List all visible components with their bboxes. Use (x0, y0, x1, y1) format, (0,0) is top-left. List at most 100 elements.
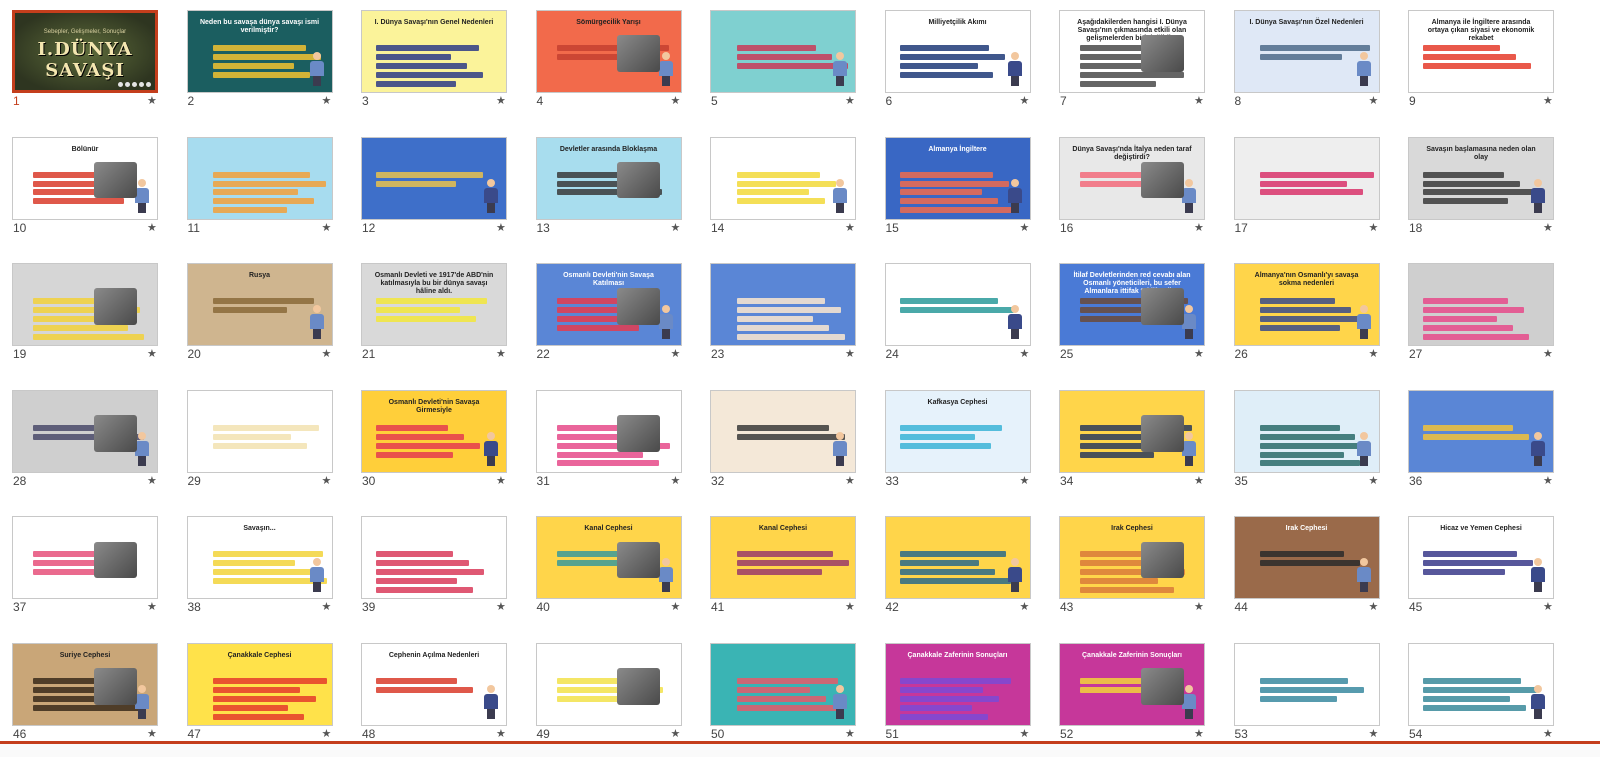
slide-thumbnail-cell[interactable]: 32 ★ (698, 384, 874, 506)
slide-thumbnail-cell[interactable]: 35 ★ (1222, 384, 1398, 506)
slide-thumbnail-cell[interactable]: I. Dünya Savaşı'nın Genel Nedenleri 3 ★ (349, 4, 525, 126)
slide-thumbnail[interactable]: Milliyetçilik Akımı (884, 10, 1031, 93)
transition-star-icon[interactable]: ★ (1194, 347, 1204, 360)
slide-thumbnail[interactable] (1408, 389, 1554, 473)
transition-star-icon[interactable]: ★ (845, 347, 855, 360)
transition-star-icon[interactable]: ★ (671, 347, 681, 360)
slide-thumbnail-cell[interactable]: 27 ★ (1396, 257, 1572, 379)
slide-thumbnail[interactable]: Suriye Cephesi (12, 643, 158, 726)
slide-thumbnail-cell[interactable]: Savaşın başlamasına neden olan olay 18 ★ (1396, 131, 1572, 253)
slide-thumbnail-cell[interactable]: 11 ★ (175, 131, 351, 253)
slide-thumbnail[interactable]: Osmanlı Devleti'nin Savaşa Girmesiyle (361, 389, 507, 473)
slide-thumbnail[interactable]: Kanal Cephesi (535, 516, 682, 600)
transition-star-icon[interactable]: ★ (322, 600, 332, 613)
slide-thumbnail[interactable]: Neden bu savaşa dünya savaşı ismi verilm… (186, 10, 333, 93)
slide-thumbnail-cell[interactable]: 37 ★ (0, 510, 176, 632)
slide-thumbnail-cell[interactable]: Hicaz ve Yemen Cephesi 45 ★ (1396, 510, 1572, 632)
slide-thumbnail-cell[interactable]: 31 ★ (524, 384, 700, 506)
slide-thumbnail[interactable] (1233, 389, 1380, 473)
transition-star-icon[interactable]: ★ (671, 221, 681, 234)
slide-thumbnail-cell[interactable]: Aşağıdakilerden hangisi I. Dünya Savaşı'… (1047, 4, 1223, 126)
transition-star-icon[interactable]: ★ (1543, 347, 1553, 360)
slide-thumbnail-cell[interactable]: I.DÜNYA SAVAŞI Sebepler, Gelişmeler, Sonu… (0, 4, 176, 126)
slide-thumbnail-cell[interactable]: 39 ★ (349, 510, 525, 632)
slide-thumbnail[interactable] (1059, 389, 1205, 473)
slide-thumbnail-cell[interactable]: Neden bu savaşa dünya savaşı ismi verilm… (175, 4, 351, 126)
slide-thumbnail[interactable]: Osmanlı Devleti ve 1917'de ABD'nin katıl… (361, 263, 507, 347)
slide-thumbnail[interactable] (1233, 136, 1380, 220)
transition-star-icon[interactable]: ★ (1543, 221, 1553, 234)
transition-star-icon[interactable]: ★ (845, 221, 855, 234)
slide-thumbnail[interactable]: Almanya ile İngiltere arasında ortaya çı… (1408, 10, 1554, 93)
slide-thumbnail[interactable]: Çanakkale Zaferinin Sonuçları (884, 643, 1031, 726)
slide-thumbnail[interactable]: I. Dünya Savaşı'nın Özel Nedenleri (1233, 10, 1380, 93)
transition-star-icon[interactable]: ★ (496, 727, 506, 740)
slide-thumbnail-cell[interactable]: 29 ★ (175, 384, 351, 506)
transition-star-icon[interactable]: ★ (1369, 221, 1379, 234)
slide-thumbnail-cell[interactable]: Milliyetçilik Akımı 6 ★ (873, 4, 1049, 126)
slide-thumbnail[interactable] (710, 643, 856, 726)
transition-star-icon[interactable]: ★ (496, 474, 506, 487)
slide-thumbnail[interactable] (884, 263, 1031, 347)
slide-thumbnail[interactable] (710, 136, 856, 220)
transition-star-icon[interactable]: ★ (1369, 474, 1379, 487)
slide-thumbnail[interactable] (710, 10, 856, 93)
transition-star-icon[interactable]: ★ (496, 221, 506, 234)
transition-star-icon[interactable]: ★ (322, 221, 332, 234)
slide-thumbnail[interactable] (186, 136, 333, 220)
slide-thumbnail-cell[interactable]: Rusya 20 ★ (175, 257, 351, 379)
slide-thumbnail[interactable] (535, 389, 682, 473)
transition-star-icon[interactable]: ★ (1194, 600, 1204, 613)
slide-thumbnail-cell[interactable]: 42 ★ (873, 510, 1049, 632)
transition-star-icon[interactable]: ★ (1020, 221, 1030, 234)
slide-thumbnail-cell[interactable]: 12 ★ (349, 131, 525, 253)
slide-thumbnail-cell[interactable]: Kanal Cephesi 41 ★ (698, 510, 874, 632)
transition-star-icon[interactable]: ★ (147, 727, 157, 740)
slide-thumbnail-cell[interactable]: 24 ★ (873, 257, 1049, 379)
slide-thumbnail[interactable]: Çanakkale Cephesi (186, 643, 333, 726)
slide-thumbnail-cell[interactable]: Almanya ile İngiltere arasında ortaya çı… (1396, 4, 1572, 126)
slide-thumbnail-cell[interactable]: I. Dünya Savaşı'nın Özel Nedenleri 8 ★ (1222, 4, 1398, 126)
transition-star-icon[interactable]: ★ (322, 474, 332, 487)
slide-thumbnail-cell[interactable]: Savaşın... 38 ★ (175, 510, 351, 632)
transition-star-icon[interactable]: ★ (1194, 474, 1204, 487)
slide-thumbnail-cell[interactable]: Osmanlı Devleti'nin Savaşa Katılması 22 ★ (524, 257, 700, 379)
transition-star-icon[interactable]: ★ (1020, 347, 1030, 360)
slide-thumbnail[interactable] (12, 389, 158, 473)
transition-star-icon[interactable]: ★ (1543, 94, 1553, 107)
slide-thumbnail[interactable] (1408, 643, 1554, 726)
slide-thumbnail[interactable] (361, 516, 507, 600)
transition-star-icon[interactable]: ★ (147, 474, 157, 487)
transition-star-icon[interactable]: ★ (147, 94, 157, 107)
slide-thumbnail-cell[interactable]: 5 ★ (698, 4, 874, 126)
slide-thumbnail[interactable]: Almanya İngiltere (884, 136, 1031, 220)
transition-star-icon[interactable]: ★ (496, 600, 506, 613)
transition-star-icon[interactable]: ★ (1369, 600, 1379, 613)
slide-thumbnail[interactable]: Osmanlı Devleti'nin Savaşa Katılması (535, 263, 682, 347)
slide-thumbnail-cell[interactable]: Almanya İngiltere 15 ★ (873, 131, 1049, 253)
slide-thumbnail-cell[interactable]: Kanal Cephesi 40 ★ (524, 510, 700, 632)
slide-thumbnail[interactable]: Irak Cephesi (1233, 516, 1380, 600)
slide-thumbnail[interactable]: Aşağıdakilerden hangisi I. Dünya Savaşı'… (1059, 10, 1205, 93)
slide-thumbnail[interactable]: Savaşın... (186, 516, 333, 600)
slide-thumbnail-cell[interactable]: Devletler arasında Bloklaşma 13 ★ (524, 131, 700, 253)
slide-thumbnail[interactable]: Dünya Savaşı'nda İtalya neden taraf deği… (1059, 136, 1205, 220)
transition-star-icon[interactable]: ★ (1369, 347, 1379, 360)
transition-star-icon[interactable]: ★ (1020, 94, 1030, 107)
transition-star-icon[interactable]: ★ (1369, 727, 1379, 740)
slide-thumbnail-cell[interactable]: Irak Cephesi 43 ★ (1047, 510, 1223, 632)
slide-thumbnail-cell[interactable]: Almanya'nın Osmanlı'yı savaşa sokma nede… (1222, 257, 1398, 379)
transition-star-icon[interactable]: ★ (1194, 221, 1204, 234)
transition-star-icon[interactable]: ★ (496, 347, 506, 360)
slide-thumbnail[interactable]: Rusya (186, 263, 333, 347)
transition-star-icon[interactable]: ★ (1369, 94, 1379, 107)
slide-thumbnail[interactable] (361, 136, 507, 220)
transition-star-icon[interactable]: ★ (322, 347, 332, 360)
slide-thumbnail[interactable]: Çanakkale Zaferinin Sonuçları (1059, 643, 1205, 726)
slide-thumbnail[interactable]: Bölünür (12, 136, 158, 220)
slide-thumbnail-cell[interactable]: Osmanlı Devleti'nin Savaşa Girmesiyle 30 ★ (349, 384, 525, 506)
transition-star-icon[interactable]: ★ (1020, 727, 1030, 740)
slide-thumbnail[interactable]: Savaşın başlamasına neden olan olay (1408, 136, 1554, 220)
transition-star-icon[interactable]: ★ (845, 727, 855, 740)
slide-thumbnail-cell[interactable]: Kafkasya Cephesi 33 ★ (873, 384, 1049, 506)
